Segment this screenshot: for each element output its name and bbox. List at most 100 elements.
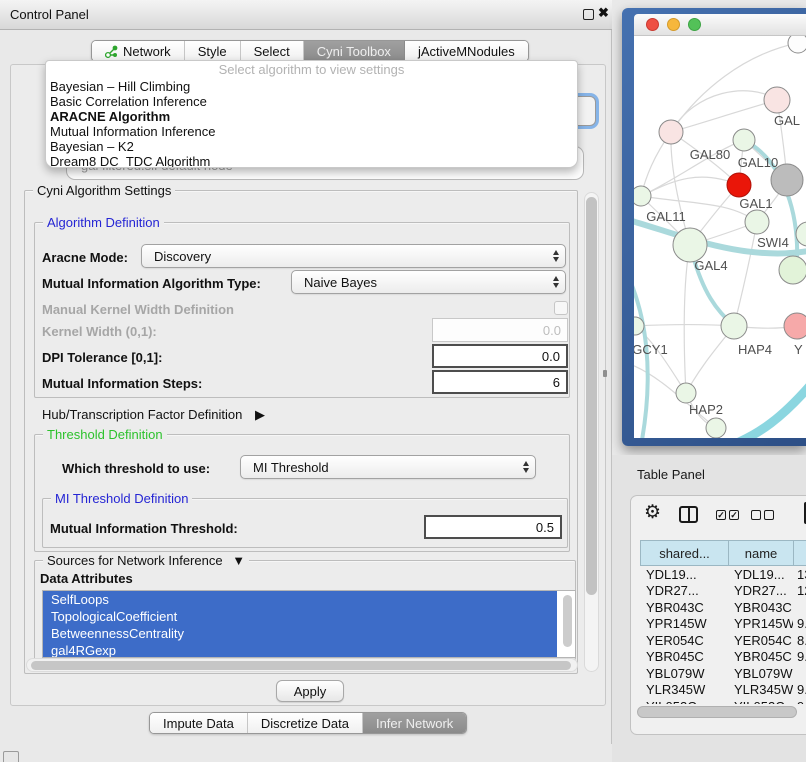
attribute-item[interactable]: SelfLoops	[43, 591, 557, 608]
settings-vertical-scrollbar[interactable]	[584, 192, 599, 672]
attribute-item[interactable]: gal4RGexp	[43, 642, 557, 658]
close-panel-icon[interactable]: ✖	[598, 5, 609, 21]
table-cell[interactable]: YDL19...	[728, 566, 793, 583]
table-cell[interactable]: YPR145W	[728, 616, 793, 633]
table-cell[interactable]: 13	[793, 566, 806, 583]
table-cell[interactable]: YBR045C	[640, 649, 728, 666]
table-cell[interactable]: YDR27...	[728, 583, 793, 600]
network-view-window[interactable]: GAL GAL80 GAL10 GAL1 GAL11 SWI4 GAL4 GCY…	[622, 8, 806, 446]
kernel-width-field[interactable]: 0.0	[432, 318, 568, 342]
node-unlabeled[interactable]	[788, 36, 806, 53]
table-row[interactable]: YER054C YER054C 8.	[640, 632, 806, 649]
node-pink-y[interactable]	[784, 313, 806, 339]
column-layout-icon[interactable]	[679, 506, 698, 523]
tab-select[interactable]: Select	[241, 41, 304, 61]
float-panel-icon[interactable]	[583, 9, 594, 20]
table-cell[interactable]: 12	[793, 583, 806, 600]
tab-style[interactable]: Style	[185, 41, 241, 61]
node-red-selected[interactable]	[727, 173, 751, 197]
tab-discretize-data[interactable]: Discretize Data	[248, 713, 363, 733]
mi-steps-field[interactable]: 6	[432, 370, 568, 394]
algorithm-popup-item-selected[interactable]: ARACNE Algorithm	[46, 109, 577, 124]
algorithm-popup-item[interactable]: Mutual Information Inference	[46, 124, 577, 139]
tab-jactivemnodules[interactable]: jActiveMNodules	[405, 41, 528, 61]
table-horizontal-scrollbar-thumb[interactable]	[637, 706, 797, 718]
aracne-mode-combo[interactable]: Discovery	[141, 244, 566, 268]
table-row[interactable]: YLR345W YLR345W 9.	[640, 682, 806, 699]
table-cell[interactable]: YDL19...	[640, 566, 728, 583]
table-row[interactable]: YBR043C YBR043C	[640, 599, 806, 616]
table-cell[interactable]: YBL079W	[640, 665, 728, 682]
table-cell[interactable]: YBR043C	[640, 599, 728, 616]
deselect-all-checkbox-icon[interactable]	[764, 510, 774, 520]
node-gal-partial[interactable]	[764, 87, 790, 113]
sources-toggle[interactable]: Sources for Network Inference ▼	[43, 553, 249, 568]
manual-kernel-checkbox[interactable]	[554, 301, 568, 315]
table-cell[interactable]: YER054C	[640, 632, 728, 649]
node-hap4[interactable]	[721, 313, 747, 339]
table-cell[interactable]: 9.	[793, 649, 806, 666]
algorithm-popup-item[interactable]: Bayesian – K2	[46, 139, 577, 154]
table-cell[interactable]: 8.	[793, 632, 806, 649]
table-cell[interactable]: YPR145W	[640, 616, 728, 633]
node-bottom[interactable]	[706, 418, 726, 438]
hub-definition-toggle[interactable]: Hub/Transcription Factor Definition ▶	[42, 407, 265, 423]
table-row[interactable]: YDL19... YDL19... 13	[640, 566, 806, 583]
node-gal10[interactable]	[733, 129, 755, 151]
table-row[interactable]: YPR145W YPR145W 9.	[640, 616, 806, 633]
table-settings-gear-icon[interactable]: ⚙	[644, 502, 661, 524]
minimize-window-icon[interactable]	[667, 18, 680, 31]
column-header[interactable]	[793, 540, 806, 566]
node-gal80[interactable]	[659, 120, 683, 144]
table-cell[interactable]: YBL079W	[728, 665, 793, 682]
table-row[interactable]: YBL079W YBL079W	[640, 665, 806, 682]
node-hap2[interactable]	[676, 383, 696, 403]
mi-type-combo[interactable]: Naive Bayes	[291, 270, 566, 294]
node-gal11[interactable]	[634, 186, 651, 206]
attribute-item[interactable]: BetweennessCentrality	[43, 625, 557, 642]
attributes-list-scrollbar-thumb[interactable]	[563, 595, 572, 647]
table-cell[interactable]: YDR27...	[640, 583, 728, 600]
deselect-all-checkbox-icon[interactable]	[751, 510, 761, 520]
settings-horizontal-scrollbar-thumb[interactable]	[31, 661, 571, 670]
settings-horizontal-scrollbar[interactable]	[26, 658, 578, 672]
attribute-item[interactable]: TopologicalCoefficient	[43, 608, 557, 625]
which-threshold-combo[interactable]: MI Threshold	[240, 455, 536, 479]
tab-infer-network[interactable]: Infer Network	[363, 713, 466, 733]
select-all-checkbox-icon[interactable]: ✓	[729, 510, 739, 520]
tab-cyni-toolbox[interactable]: Cyni Toolbox	[304, 41, 405, 61]
network-window-titlebar[interactable]	[634, 14, 806, 36]
select-all-checkbox-icon[interactable]: ✓	[716, 510, 726, 520]
node-gal4[interactable]	[673, 228, 707, 262]
table-cell[interactable]: YBR043C	[728, 599, 793, 616]
mi-threshold-field[interactable]: 0.5	[424, 515, 562, 539]
tab-network[interactable]: Network	[92, 41, 185, 61]
table-cell[interactable]: YLR345W	[728, 682, 793, 699]
algorithm-popup-item[interactable]: Dream8 DC_TDC Algorithm	[46, 154, 577, 168]
network-canvas[interactable]: GAL GAL80 GAL10 GAL1 GAL11 SWI4 GAL4 GCY…	[634, 36, 806, 438]
table-cell[interactable]: YER054C	[728, 632, 793, 649]
node-gal1[interactable]	[745, 210, 769, 234]
column-header[interactable]: shared...	[640, 540, 728, 566]
column-header[interactable]: name	[728, 540, 793, 566]
table-cell[interactable]: YLR345W	[640, 682, 728, 699]
table-cell[interactable]	[793, 665, 806, 682]
algorithm-popup-item[interactable]: Bayesian – Hill Climbing	[46, 79, 577, 94]
table-horizontal-scrollbar[interactable]	[633, 704, 806, 720]
table-row[interactable]: YDR27... YDR27... 12	[640, 583, 806, 600]
tab-impute-data[interactable]: Impute Data	[150, 713, 248, 733]
settings-vertical-scrollbar-thumb[interactable]	[586, 197, 597, 595]
dpi-tolerance-field[interactable]: 0.0	[432, 344, 568, 368]
table-cell[interactable]: YBR045C	[728, 649, 793, 666]
zoom-window-icon[interactable]	[688, 18, 701, 31]
table-cell[interactable]	[793, 599, 806, 616]
close-window-icon[interactable]	[646, 18, 659, 31]
panel-splitter-handle[interactable]	[603, 370, 607, 377]
minimized-panel-icon[interactable]	[3, 751, 19, 762]
table-cell[interactable]: 9.	[793, 682, 806, 699]
table-cell[interactable]: 9.	[793, 616, 806, 633]
table-row[interactable]: YBR045C YBR045C 9.	[640, 649, 806, 666]
apply-button[interactable]: Apply	[276, 680, 344, 702]
node-right-green[interactable]	[779, 256, 806, 284]
algorithm-popup-item[interactable]: Basic Correlation Inference	[46, 94, 577, 109]
